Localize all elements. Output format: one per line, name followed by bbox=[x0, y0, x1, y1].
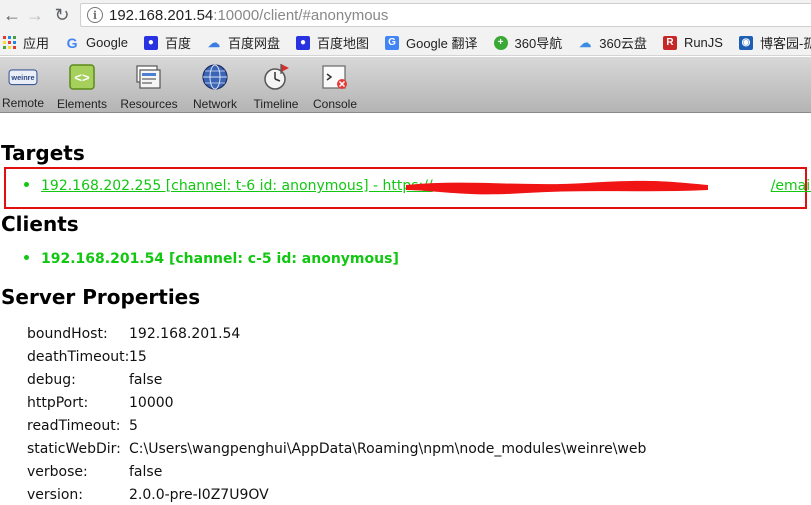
console-icon bbox=[322, 65, 347, 89]
property-value: 10000 bbox=[129, 395, 174, 411]
property-key: verbose: bbox=[27, 464, 88, 480]
tab-remote[interactable]: weinre Remote bbox=[0, 57, 46, 113]
property-key: boundHost: bbox=[27, 326, 108, 342]
target-link-start[interactable]: 192.168.202.255 [channel: t-6 id: anonym… bbox=[41, 178, 433, 194]
bookmark-google[interactable]: G Google bbox=[65, 34, 128, 51]
google-icon: G bbox=[66, 34, 78, 51]
property-value: false bbox=[129, 464, 163, 480]
bookmark-label: 博客园-孤舟蓑笠 bbox=[759, 36, 811, 51]
tab-label: Network bbox=[192, 97, 237, 111]
property-key: httpPort: bbox=[27, 395, 89, 411]
clients-heading: Clients bbox=[1, 212, 79, 236]
property-value: false bbox=[129, 372, 163, 388]
tab-resources[interactable]: Resources bbox=[119, 57, 179, 113]
tab-network[interactable]: Network bbox=[189, 57, 241, 113]
property-key: deathTimeout: bbox=[27, 349, 130, 365]
tab-label: Timeline bbox=[253, 97, 299, 111]
bookmark-label: Google 翻译 bbox=[405, 36, 478, 51]
baidu-map-icon: ● bbox=[295, 35, 310, 50]
tab-label: Elements bbox=[56, 97, 108, 111]
bookmark-runjs[interactable]: R RunJS bbox=[662, 35, 723, 50]
url-path: :10000/client/#anonymous bbox=[213, 6, 389, 24]
bookmark-label: RunJS bbox=[683, 35, 723, 50]
bullet-icon bbox=[24, 181, 29, 187]
property-value: 192.168.201.54 bbox=[129, 326, 241, 342]
url-input[interactable]: i 192.168.201.54:10000/client/#anonymous bbox=[80, 3, 811, 27]
property-value: 5 bbox=[129, 418, 138, 434]
network-globe-icon bbox=[202, 64, 228, 90]
bookmark-baidu-map[interactable]: ● 百度地图 bbox=[295, 33, 369, 52]
baidu-paw-icon: ● bbox=[143, 35, 158, 50]
baidu-cloud-icon: ☁ bbox=[207, 35, 220, 50]
client-list-item: 192.168.201.54 [channel: c-5 id: anonymo… bbox=[24, 251, 399, 267]
forward-arrow-icon[interactable]: → bbox=[24, 4, 46, 26]
client-label: 192.168.201.54 [channel: c-5 id: anonymo… bbox=[41, 251, 399, 267]
bookmark-apps[interactable]: 应用 bbox=[2, 33, 49, 52]
bookmark-label: 应用 bbox=[23, 36, 50, 51]
back-arrow-icon[interactable]: ← bbox=[1, 4, 23, 26]
bookmark-cnblogs[interactable]: ◉ 博客园-孤舟蓑笠 bbox=[738, 33, 811, 52]
property-value: 15 bbox=[129, 349, 147, 365]
360-cloud-icon: ☁ bbox=[579, 35, 592, 50]
svg-text:weinre: weinre bbox=[10, 73, 34, 82]
bookmark-label: 360导航 bbox=[514, 36, 563, 51]
target-link-end[interactable]: /email.html bbox=[771, 178, 811, 194]
apps-grid-icon bbox=[2, 36, 16, 50]
weinre-logo-icon: weinre bbox=[8, 69, 38, 86]
property-key: readTimeout: bbox=[27, 418, 121, 434]
property-value: C:\Users\wangpenghui\AppData\Roaming\npm… bbox=[129, 441, 647, 457]
cnblogs-icon: ◉ bbox=[738, 35, 753, 50]
server-properties-heading: Server Properties bbox=[1, 285, 201, 309]
360-nav-icon: + bbox=[493, 35, 508, 50]
browser-address-bar: ← → ↻ i 192.168.201.54:10000/client/#ano… bbox=[0, 0, 811, 30]
url-host: 192.168.201.54 bbox=[109, 6, 214, 24]
tab-elements[interactable]: <> Elements bbox=[55, 57, 109, 113]
bookmark-label: Google bbox=[86, 35, 128, 50]
runjs-icon: R bbox=[662, 35, 677, 50]
reload-icon[interactable]: ↻ bbox=[51, 4, 73, 26]
timeline-stopwatch-icon bbox=[264, 64, 289, 90]
tab-label: Console bbox=[312, 97, 358, 111]
info-icon[interactable]: i bbox=[87, 7, 103, 23]
svg-text:<>: <> bbox=[74, 70, 90, 85]
elements-icon: <> bbox=[69, 64, 95, 90]
bookmark-label: 百度 bbox=[164, 36, 191, 51]
google-translate-icon: G bbox=[384, 35, 399, 50]
resources-icon bbox=[136, 65, 161, 89]
bookmark-label: 百度网盘 bbox=[227, 36, 280, 51]
redaction-scribble bbox=[406, 180, 708, 195]
bookmark-label: 百度地图 bbox=[316, 36, 369, 51]
bookmark-360-nav[interactable]: + 360导航 bbox=[493, 33, 563, 52]
bookmark-360-cloud[interactable]: ☁ 360云盘 bbox=[578, 33, 647, 52]
weinre-toolbar: weinre Remote <> Elements Resources Netw… bbox=[0, 57, 811, 113]
targets-heading: Targets bbox=[1, 141, 85, 165]
tab-console[interactable]: Console bbox=[311, 57, 359, 113]
property-key: debug: bbox=[27, 372, 76, 388]
property-value: 2.0.0-pre-I0Z7U9OV bbox=[129, 487, 269, 503]
bullet-icon bbox=[24, 254, 29, 260]
property-key: staticWebDir: bbox=[27, 441, 121, 457]
bookmark-baidu-pan[interactable]: ☁ 百度网盘 bbox=[207, 33, 280, 52]
tab-timeline[interactable]: Timeline bbox=[250, 57, 302, 113]
tab-label: Remote bbox=[1, 96, 45, 110]
bookmark-label: 360云盘 bbox=[599, 36, 647, 51]
bookmark-baidu[interactable]: ● 百度 bbox=[143, 33, 191, 52]
bookmark-google-translate[interactable]: G Google 翻译 bbox=[384, 33, 478, 52]
tab-label: Resources bbox=[120, 97, 178, 111]
bookmarks-bar: 应用 G Google ● 百度 ☁ 百度网盘 ● 百度地图 G Google … bbox=[0, 30, 811, 56]
property-key: version: bbox=[27, 487, 83, 503]
